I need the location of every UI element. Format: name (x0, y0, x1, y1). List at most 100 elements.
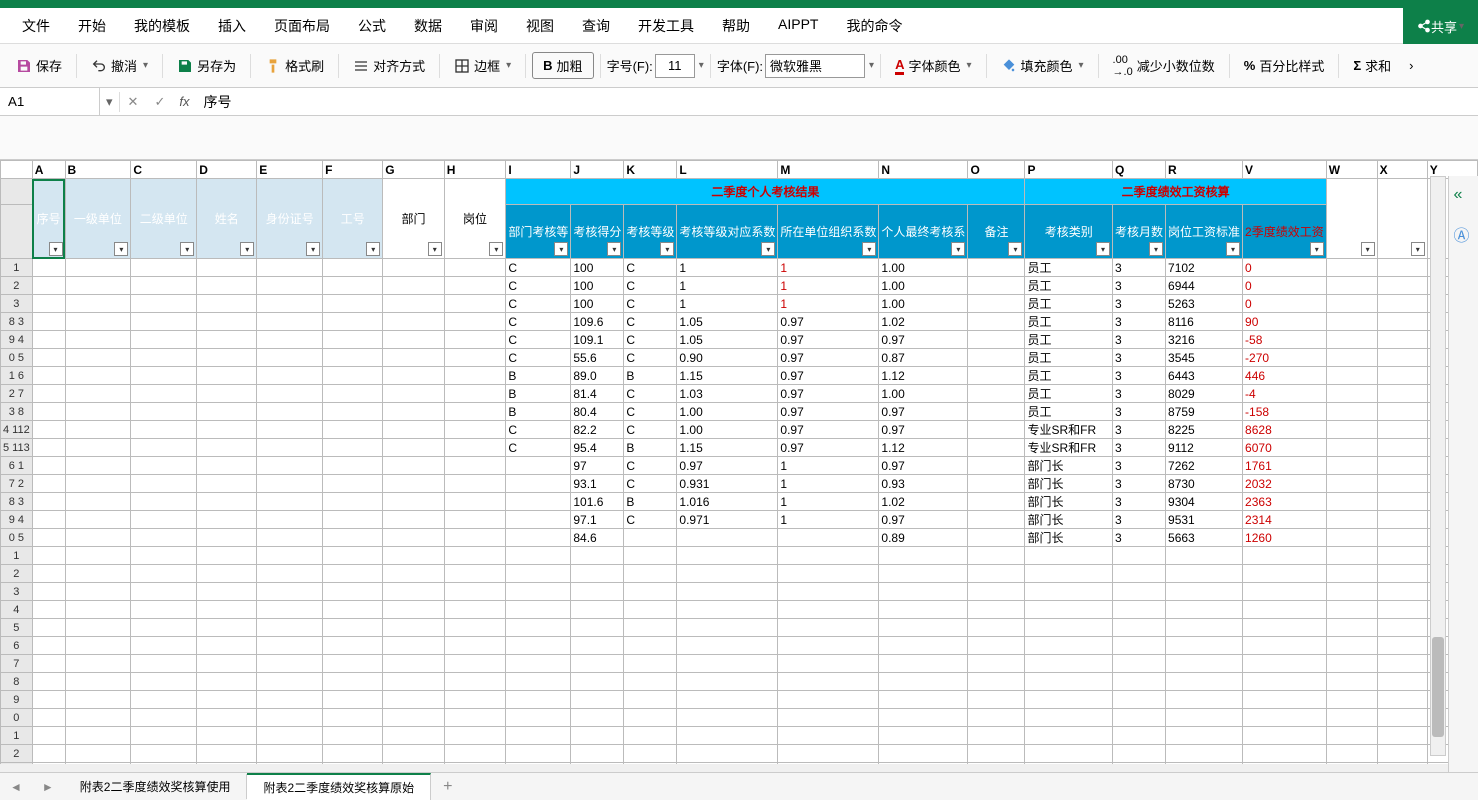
cell-M[interactable] (778, 691, 879, 709)
cell-K[interactable] (624, 709, 677, 727)
col-header-L[interactable]: L (677, 161, 778, 179)
cell-X[interactable] (1377, 385, 1427, 403)
formula-input[interactable] (195, 94, 1478, 110)
cell-Q[interactable] (1113, 565, 1166, 583)
cell-X[interactable] (1377, 601, 1427, 619)
cell-V[interactable] (1243, 655, 1327, 673)
cell-M[interactable] (778, 583, 879, 601)
cell-D[interactable] (197, 259, 257, 277)
cell-F[interactable] (323, 601, 383, 619)
cell-M[interactable]: 1 (778, 457, 879, 475)
cell-D[interactable] (197, 457, 257, 475)
cell-K[interactable]: B (624, 439, 677, 457)
cell-K[interactable]: C (624, 295, 677, 313)
cell-P[interactable] (1025, 727, 1113, 745)
cell-K[interactable]: C (624, 421, 677, 439)
cell-O[interactable] (968, 421, 1025, 439)
cell-A[interactable] (32, 403, 65, 421)
cell-P[interactable]: 部门长 (1025, 529, 1113, 547)
cell-F[interactable] (323, 673, 383, 691)
cell-L[interactable] (677, 547, 778, 565)
cell-K[interactable] (624, 745, 677, 763)
cell-I[interactable] (506, 637, 571, 655)
cell-L[interactable]: 0.931 (677, 475, 778, 493)
cell-L[interactable] (677, 565, 778, 583)
cell-B[interactable] (65, 547, 131, 565)
cell-A[interactable] (32, 493, 65, 511)
cell-A[interactable] (32, 691, 65, 709)
cell-P[interactable] (1025, 601, 1113, 619)
cell-E[interactable] (257, 727, 323, 745)
cell-N[interactable]: 0.93 (879, 475, 968, 493)
cell-J[interactable]: 55.6 (571, 349, 624, 367)
cell-F[interactable] (323, 259, 383, 277)
menu-12[interactable]: AIPPT (764, 10, 832, 42)
cell-X[interactable] (1377, 475, 1427, 493)
cell-K[interactable]: C (624, 385, 677, 403)
menu-11[interactable]: 帮助 (708, 10, 764, 42)
cell-V[interactable]: -270 (1243, 349, 1327, 367)
cell-G[interactable] (383, 619, 445, 637)
col-header-D[interactable]: D (197, 161, 257, 179)
cell-J[interactable]: 82.2 (571, 421, 624, 439)
filter-icon[interactable]: ▾ (660, 242, 674, 256)
row-header[interactable]: 3 (1, 583, 33, 601)
cell-W[interactable] (1326, 367, 1377, 385)
row-header[interactable]: 1 6 (1, 367, 33, 385)
cell-K[interactable] (624, 529, 677, 547)
cell-C[interactable] (131, 277, 197, 295)
cell-V[interactable] (1243, 619, 1327, 637)
align-button[interactable]: 对齐方式 (345, 52, 433, 79)
sheet-tab-1[interactable]: 附表2二季度绩效奖核算使用 (64, 774, 248, 799)
menu-0[interactable]: 文件 (8, 10, 64, 42)
cell-V[interactable]: 2314 (1243, 511, 1327, 529)
cell-W[interactable] (1326, 385, 1377, 403)
cell-W[interactable] (1326, 259, 1377, 277)
add-sheet-button[interactable]: + (431, 778, 464, 796)
cell-B[interactable] (65, 349, 131, 367)
cell-C[interactable] (131, 259, 197, 277)
cell-B[interactable] (65, 493, 131, 511)
cell-M[interactable]: 1 (778, 259, 879, 277)
cell-M[interactable]: 1 (778, 475, 879, 493)
header-3[interactable]: 姓名▾ (197, 179, 257, 259)
cell-J[interactable] (571, 637, 624, 655)
cell-C[interactable] (131, 691, 197, 709)
cell-N[interactable]: 0.97 (879, 511, 968, 529)
cell-E[interactable] (257, 367, 323, 385)
cell-R[interactable] (1166, 745, 1243, 763)
cell-R[interactable]: 9304 (1166, 493, 1243, 511)
cell-L[interactable]: 1.05 (677, 331, 778, 349)
row-header[interactable]: 2 (1, 565, 33, 583)
cell-J[interactable]: 109.1 (571, 331, 624, 349)
cell-B[interactable] (65, 655, 131, 673)
cell-D[interactable] (197, 601, 257, 619)
cell-R[interactable]: 3545 (1166, 349, 1243, 367)
cell-A[interactable] (32, 421, 65, 439)
cell-H[interactable] (444, 331, 506, 349)
header-12[interactable]: 所在单位组织系数▾ (778, 205, 879, 259)
cell-E[interactable] (257, 529, 323, 547)
cell-E[interactable] (257, 547, 323, 565)
cell-X[interactable] (1377, 403, 1427, 421)
cell-A[interactable] (32, 313, 65, 331)
cell-Q[interactable] (1113, 763, 1166, 765)
header-4[interactable]: 身份证号▾ (257, 179, 323, 259)
cell-N[interactable]: 1.00 (879, 295, 968, 313)
cell-P[interactable] (1025, 583, 1113, 601)
cell-J[interactable]: 101.6 (571, 493, 624, 511)
header-5[interactable]: 工号▾ (323, 179, 383, 259)
cell-E[interactable] (257, 349, 323, 367)
cell-J[interactable]: 109.6 (571, 313, 624, 331)
cell-V[interactable]: 2032 (1243, 475, 1327, 493)
cell-V[interactable] (1243, 637, 1327, 655)
row-header[interactable]: 7 2 (1, 475, 33, 493)
collapse-icon[interactable]: « (1454, 186, 1474, 206)
cell-J[interactable] (571, 709, 624, 727)
cell-E[interactable] (257, 583, 323, 601)
cell-X[interactable] (1377, 745, 1427, 763)
col-header-E[interactable]: E (257, 161, 323, 179)
cell-Q[interactable] (1113, 547, 1166, 565)
cell-I[interactable]: B (506, 403, 571, 421)
cell-reference-input[interactable] (0, 88, 100, 115)
